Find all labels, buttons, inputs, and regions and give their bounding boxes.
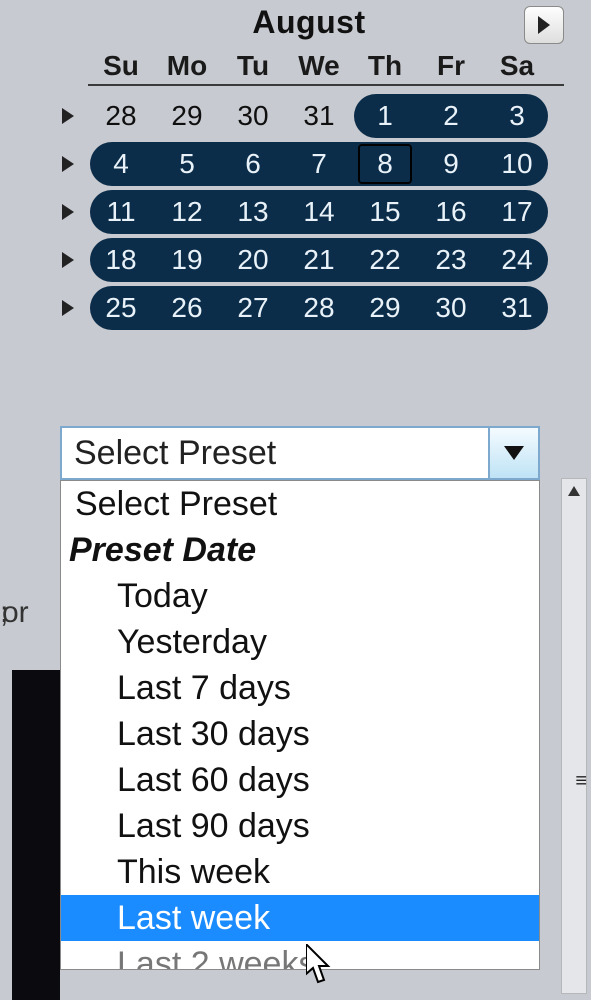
calendar-week-row: 25262728293031 — [54, 284, 564, 332]
preset-option[interactable]: Last 2 weeks — [61, 941, 539, 969]
calendar-dow: Su — [88, 50, 154, 82]
chevron-right-icon — [62, 204, 74, 220]
calendar-dow: Sa — [484, 50, 550, 82]
week-select-handle[interactable] — [54, 300, 82, 316]
next-month-button[interactable] — [524, 6, 564, 44]
calendar-week-row: 28293031123 — [54, 92, 564, 140]
scrollbar[interactable] — [561, 478, 587, 994]
calendar-day[interactable]: 8 — [352, 140, 418, 188]
calendar-day[interactable]: 29 — [154, 92, 220, 140]
calendar-day[interactable]: 16 — [418, 188, 484, 236]
calendar-week-row: 45678910 — [54, 140, 564, 188]
calendar-day[interactable]: 9 — [418, 140, 484, 188]
calendar-day[interactable]: 10 — [484, 140, 550, 188]
calendar-dow: Fr — [418, 50, 484, 82]
preset-select-value: Select Preset — [62, 428, 488, 478]
calendar-week-row: 18192021222324 — [54, 236, 564, 284]
preset-option[interactable]: Last week — [61, 895, 539, 941]
calendar-day[interactable]: 20 — [220, 236, 286, 284]
calendar: August SuMoTuWeThFrSa 282930311234567891… — [54, 4, 564, 332]
calendar-day[interactable]: 19 — [154, 236, 220, 284]
cursor-icon — [306, 944, 336, 984]
preset-option[interactable]: Last 90 days — [61, 803, 539, 849]
scroll-up-icon[interactable] — [562, 479, 586, 503]
calendar-days: 25262728293031 — [88, 284, 550, 332]
calendar-day[interactable]: 31 — [484, 284, 550, 332]
calendar-days: 28293031123 — [88, 92, 550, 140]
calendar-day[interactable]: 4 — [88, 140, 154, 188]
calendar-day[interactable]: 2 — [418, 92, 484, 140]
calendar-day[interactable]: 29 — [352, 284, 418, 332]
calendar-day[interactable]: 1 — [352, 92, 418, 140]
chevron-right-icon — [536, 16, 552, 34]
background-panel — [12, 670, 60, 1000]
preset-select[interactable]: Select Preset Select PresetPreset DateTo… — [60, 426, 540, 480]
calendar-day[interactable]: 31 — [286, 92, 352, 140]
preset-option[interactable]: Last 30 days — [61, 711, 539, 757]
calendar-week-row: 11121314151617 — [54, 188, 564, 236]
calendar-dow: Mo — [154, 50, 220, 82]
preset-option[interactable]: This week — [61, 849, 539, 895]
calendar-day[interactable]: 13 — [220, 188, 286, 236]
chevron-right-icon — [62, 156, 74, 172]
week-select-handle[interactable] — [54, 252, 82, 268]
calendar-day[interactable]: 6 — [220, 140, 286, 188]
calendar-day[interactable]: 21 — [286, 236, 352, 284]
calendar-title: August — [54, 4, 564, 41]
preset-option[interactable]: Select Preset — [61, 481, 539, 527]
calendar-day[interactable]: 25 — [88, 284, 154, 332]
calendar-day[interactable]: 27 — [220, 284, 286, 332]
calendar-days: 18192021222324 — [88, 236, 550, 284]
calendar-days: 11121314151617 — [88, 188, 550, 236]
preset-options-list: Select PresetPreset DateTodayYesterdayLa… — [60, 480, 540, 970]
preset-option[interactable]: Yesterday — [61, 619, 539, 665]
week-select-handle[interactable] — [54, 204, 82, 220]
preset-option[interactable]: Today — [61, 573, 539, 619]
calendar-day[interactable]: 11 — [88, 188, 154, 236]
calendar-day[interactable]: 3 — [484, 92, 550, 140]
calendar-weeks: 2829303112345678910111213141516171819202… — [54, 92, 564, 332]
week-select-handle[interactable] — [54, 156, 82, 172]
chevron-right-icon — [62, 108, 74, 124]
calendar-dow-row: SuMoTuWeThFrSa — [88, 50, 564, 86]
preset-option[interactable]: Last 60 days — [61, 757, 539, 803]
calendar-day[interactable]: 28 — [286, 284, 352, 332]
calendar-day[interactable]: 22 — [352, 236, 418, 284]
calendar-dow: Th — [352, 50, 418, 82]
calendar-days: 45678910 — [88, 140, 550, 188]
calendar-day[interactable]: 23 — [418, 236, 484, 284]
week-select-handle[interactable] — [54, 108, 82, 124]
scrollbar-grip-icon[interactable]: ≡ — [575, 770, 587, 793]
calendar-day[interactable]: 28 — [88, 92, 154, 140]
chevron-right-icon — [62, 300, 74, 316]
preset-option-group: Preset Date — [61, 527, 539, 573]
calendar-day[interactable]: 26 — [154, 284, 220, 332]
calendar-day[interactable]: 18 — [88, 236, 154, 284]
calendar-dow: Tu — [220, 50, 286, 82]
calendar-day[interactable]: 17 — [484, 188, 550, 236]
preset-option[interactable]: Last 7 days — [61, 665, 539, 711]
calendar-day[interactable]: 15 — [352, 188, 418, 236]
calendar-day[interactable]: 24 — [484, 236, 550, 284]
label-or: or — [2, 596, 29, 630]
preset-select-arrow[interactable] — [488, 428, 538, 478]
calendar-day[interactable]: 5 — [154, 140, 220, 188]
calendar-day[interactable]: 30 — [220, 92, 286, 140]
calendar-day[interactable]: 14 — [286, 188, 352, 236]
preset-select-box[interactable]: Select Preset — [60, 426, 540, 480]
chevron-down-icon — [504, 446, 524, 460]
calendar-day[interactable]: 30 — [418, 284, 484, 332]
chevron-right-icon — [62, 252, 74, 268]
today-marker — [358, 144, 412, 184]
calendar-day[interactable]: 12 — [154, 188, 220, 236]
calendar-dow: We — [286, 50, 352, 82]
calendar-day[interactable]: 7 — [286, 140, 352, 188]
